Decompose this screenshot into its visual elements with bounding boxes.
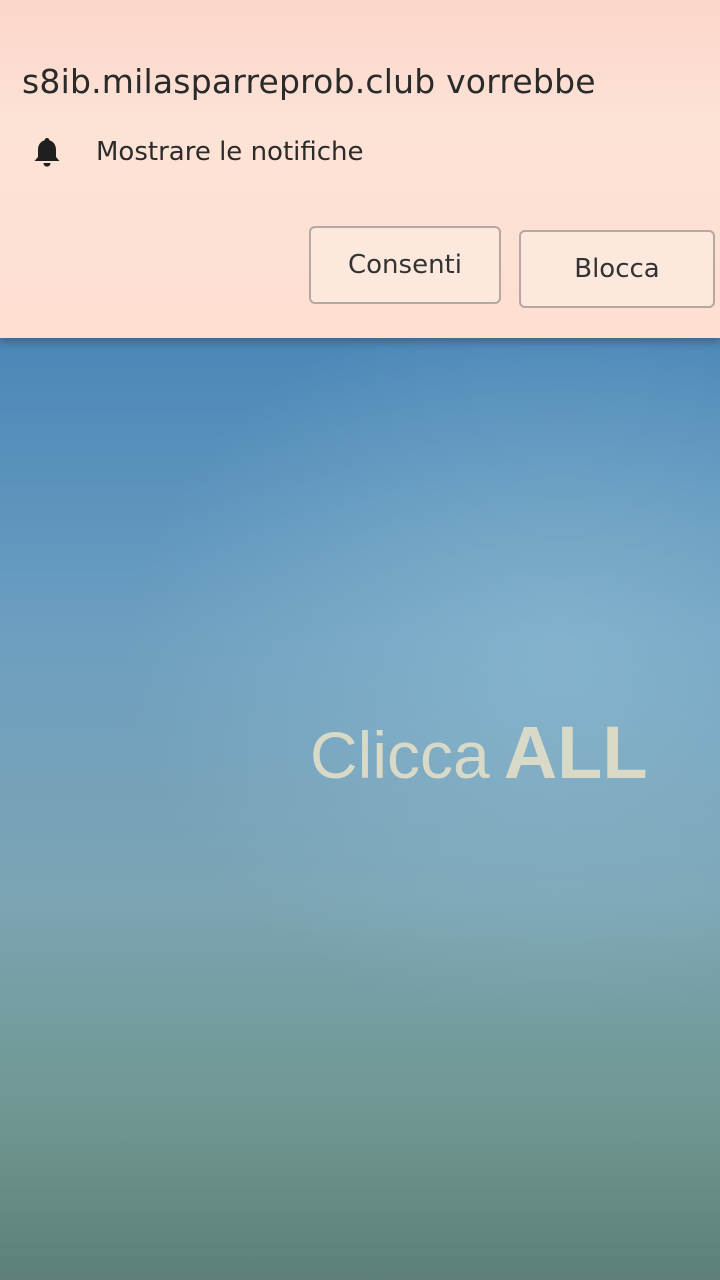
headline-prefix: Clicca xyxy=(310,718,490,792)
bell-icon xyxy=(30,135,64,169)
allow-button[interactable]: Consenti xyxy=(309,226,501,304)
notification-permission-prompt: s8ib.milasparreprob.club vorrebbe Mostra… xyxy=(0,0,720,338)
permission-row: Mostrare le notifiche xyxy=(30,132,364,172)
block-button[interactable]: Blocca xyxy=(519,230,715,308)
headline-emphasis: ALL xyxy=(503,711,648,794)
prompt-title: s8ib.milasparreprob.club vorrebbe xyxy=(22,62,596,101)
permission-text: Mostrare le notifiche xyxy=(96,137,364,167)
page-headline: Clicca ALL xyxy=(310,710,648,795)
